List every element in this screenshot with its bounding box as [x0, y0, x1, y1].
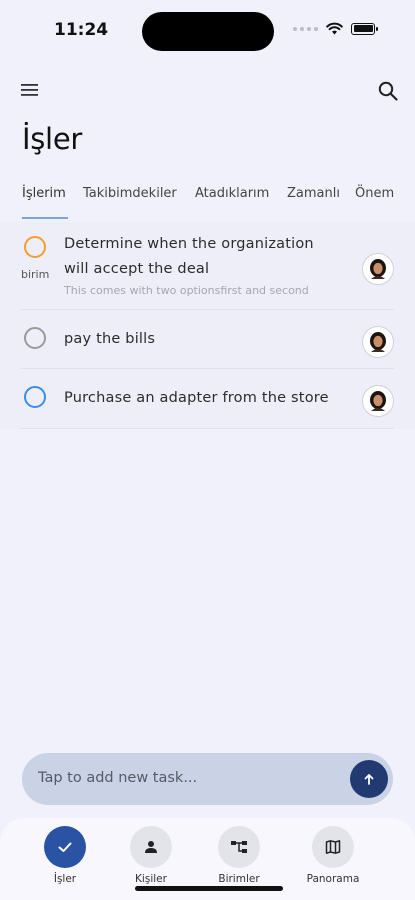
- task-row[interactable]: Purchase an adapter from the store: [21, 369, 394, 429]
- tab-zamanli[interactable]: Zamanlı: [287, 186, 340, 201]
- task-title: pay the bills: [64, 331, 156, 347]
- tab-atadiklarim[interactable]: Atadıklarım: [195, 186, 269, 201]
- status-icons: [293, 22, 378, 35]
- person-icon: [145, 841, 157, 853]
- tab-takibimdekiler[interactable]: Takibimdekiler: [83, 186, 177, 201]
- nav-kisiler-label: Kişiler: [135, 873, 167, 885]
- status-bar: 11:24: [0, 0, 415, 64]
- task-note: This comes with two optionsfirst and sec…: [64, 284, 309, 297]
- avatar-icon: [370, 259, 386, 279]
- search-icon[interactable]: [377, 80, 399, 102]
- tab-bar: İşlerim Takibimdekiler Atadıklarım Zaman…: [0, 176, 415, 220]
- hamburger-menu-icon[interactable]: [21, 82, 39, 98]
- org-chart-icon: [231, 841, 247, 853]
- task-row[interactable]: birim Determine when the organization wi…: [21, 222, 394, 310]
- nav-panorama-icon-bg: [312, 826, 354, 868]
- cellular-signal-icon: [293, 26, 318, 31]
- task-complete-toggle[interactable]: [24, 327, 46, 349]
- assignee-avatar[interactable]: [362, 385, 394, 417]
- task-unit-tag: birim: [21, 268, 50, 281]
- battery-icon: [351, 22, 378, 35]
- nav-panorama-label: Panorama: [306, 873, 360, 885]
- check-icon: [58, 842, 72, 852]
- wifi-icon: [326, 22, 343, 35]
- nav-panorama[interactable]: Panorama: [293, 826, 373, 885]
- task-title-line-2: will accept the deal: [64, 261, 210, 277]
- add-task-input[interactable]: Tap to add new task...: [22, 753, 393, 805]
- home-indicator: [135, 886, 283, 891]
- nav-kisiler[interactable]: Kişiler: [111, 826, 191, 885]
- avatar-icon: [370, 391, 386, 411]
- assignee-avatar[interactable]: [362, 326, 394, 358]
- task-list: birim Determine when the organization wi…: [0, 222, 415, 429]
- add-task-placeholder: Tap to add new task...: [38, 770, 198, 786]
- task-title-line-1: Determine when the organization: [64, 236, 314, 252]
- nav-birimler-icon-bg: [218, 826, 260, 868]
- avatar-icon: [370, 332, 386, 352]
- nav-kisiler-icon-bg: [130, 826, 172, 868]
- arrow-up-icon: [364, 774, 374, 785]
- nav-birimler[interactable]: Birimler: [199, 826, 279, 885]
- task-title: Purchase an adapter from the store: [64, 390, 329, 406]
- nav-birimler-label: Birimler: [218, 873, 260, 885]
- send-task-button[interactable]: [350, 760, 388, 798]
- nav-isler-label: İşler: [53, 873, 77, 885]
- tab-onem[interactable]: Önem: [355, 186, 394, 201]
- task-complete-toggle[interactable]: [24, 236, 46, 258]
- assignee-avatar[interactable]: [362, 253, 394, 285]
- app-bar: [0, 76, 415, 108]
- task-complete-toggle[interactable]: [24, 386, 46, 408]
- tab-islerim[interactable]: İşlerim: [22, 186, 66, 201]
- nav-isler-icon-bg: [44, 826, 86, 868]
- map-icon: [325, 840, 341, 854]
- page-title: İşler: [22, 122, 82, 156]
- tab-active-indicator: [22, 217, 68, 219]
- status-time: 11:24: [54, 20, 109, 40]
- nav-isler[interactable]: İşler: [25, 826, 105, 885]
- task-row[interactable]: pay the bills: [21, 310, 394, 369]
- dynamic-island: [142, 12, 274, 51]
